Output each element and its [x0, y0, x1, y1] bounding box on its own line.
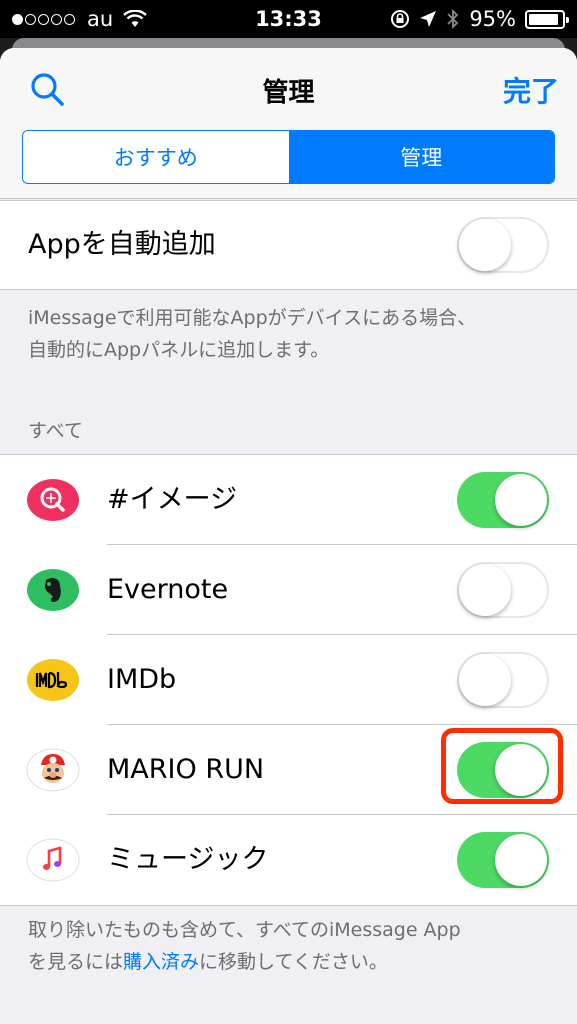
footer-text: に移動してください。	[199, 951, 388, 973]
battery-icon	[525, 9, 569, 29]
auto-add-footer: iMessageで利用可能なAppがデバイスにある場合、 自動的にAppパネルに…	[28, 302, 549, 366]
status-bar: au 13:33 95%	[0, 0, 577, 38]
purchased-footer-line1: 取り除いたものも含めて、すべてのiMessage App	[28, 919, 461, 941]
done-button[interactable]: 完了	[503, 70, 559, 110]
list-item: ミュージック	[0, 815, 577, 905]
app-name: MARIO RUN	[107, 754, 265, 785]
battery-percent: 95%	[469, 7, 516, 31]
toggle-knob	[495, 474, 547, 526]
app-name: #イメージ	[107, 484, 238, 515]
toggle-knob	[459, 564, 511, 616]
app-toggle-image[interactable]	[457, 472, 549, 528]
auto-add-label: Appを自動追加	[28, 229, 216, 260]
app-toggle-imdb[interactable]	[457, 652, 549, 708]
imdb-icon	[27, 659, 79, 701]
annotation-highlight	[441, 728, 563, 804]
list-item: Evernote	[0, 545, 577, 635]
purchased-footer: 取り除いたものも含めて、すべてのiMessage App を見るには購入済みに移…	[28, 914, 549, 978]
tab-manage[interactable]: 管理	[288, 131, 554, 183]
toggle-knob	[459, 219, 511, 271]
auto-add-group: Appを自動追加	[0, 200, 577, 290]
footer-text: を見るには	[28, 951, 124, 973]
toggle-knob	[459, 654, 511, 706]
auto-add-row: Appを自動追加	[0, 201, 577, 289]
purchased-link[interactable]: 購入済み	[123, 951, 199, 973]
tab-recommended[interactable]: おすすめ	[23, 131, 289, 183]
page-title: 管理	[262, 78, 315, 108]
app-name: ミュージック	[107, 844, 269, 875]
purchased-footer-line2: を見るには購入済みに移動してください。	[28, 946, 549, 978]
list-item: IMDb	[0, 635, 577, 725]
navigation-bar: 管理 完了 おすすめ 管理	[0, 48, 577, 199]
all-section-header: すべて	[28, 420, 83, 442]
rotation-lock-icon	[391, 10, 410, 28]
segmented-control: おすすめ 管理	[22, 130, 555, 184]
apps-list: #イメージ Evernote IMDb MARIO RUN ミュージック	[0, 454, 577, 906]
app-toggle-music[interactable]	[457, 832, 549, 888]
evernote-icon	[27, 569, 79, 611]
auto-add-footer-line1: iMessageで利用可能なAppがデバイスにある場合、	[28, 307, 477, 329]
location-icon	[420, 11, 437, 27]
app-toggle-evernote[interactable]	[457, 562, 549, 618]
manage-sheet: 管理 完了 おすすめ 管理 Appを自動追加 iMessageで利用可能なApp…	[0, 48, 577, 1024]
bluetooth-icon	[447, 9, 459, 29]
image-search-icon	[27, 479, 79, 521]
auto-add-toggle[interactable]	[457, 217, 549, 273]
auto-add-footer-line2: 自動的にAppパネルに追加します。	[28, 339, 330, 361]
toggle-knob	[495, 834, 547, 886]
app-name: Evernote	[107, 574, 229, 605]
list-item: #イメージ	[0, 455, 577, 545]
app-name: IMDb	[107, 664, 177, 695]
music-icon	[26, 838, 80, 882]
mario-icon	[26, 748, 80, 792]
